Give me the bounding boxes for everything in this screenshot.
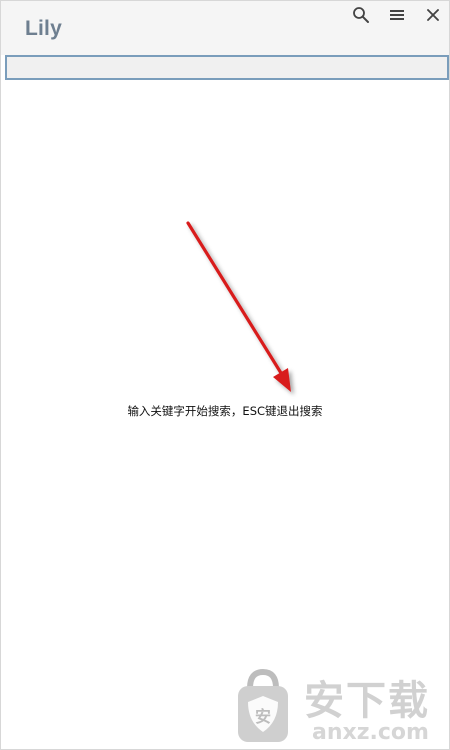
search-button[interactable] (350, 5, 372, 25)
watermark-brand: 安下载 (304, 678, 430, 724)
title-bar[interactable]: Lily (1, 1, 449, 55)
app-window: Lily 输入关键字开始搜索，ESC键退出搜索 (0, 0, 450, 750)
close-button[interactable] (422, 5, 444, 25)
menu-icon (389, 8, 405, 22)
search-icon (352, 6, 370, 24)
close-icon (426, 8, 440, 22)
site-watermark: 安 安下载 anxz.com (228, 662, 450, 750)
menu-button[interactable] (386, 5, 408, 25)
svg-text:安: 安 (255, 707, 271, 726)
empty-hint-text: 输入关键字开始搜索，ESC键退出搜索 (127, 404, 323, 418)
app-title: Lily (25, 17, 62, 40)
watermark-domain: anxz.com (312, 720, 429, 745)
search-input[interactable] (5, 55, 449, 80)
results-area: 输入关键字开始搜索，ESC键退出搜索 (1, 81, 449, 749)
shield-lock-icon: 安 (238, 668, 288, 742)
